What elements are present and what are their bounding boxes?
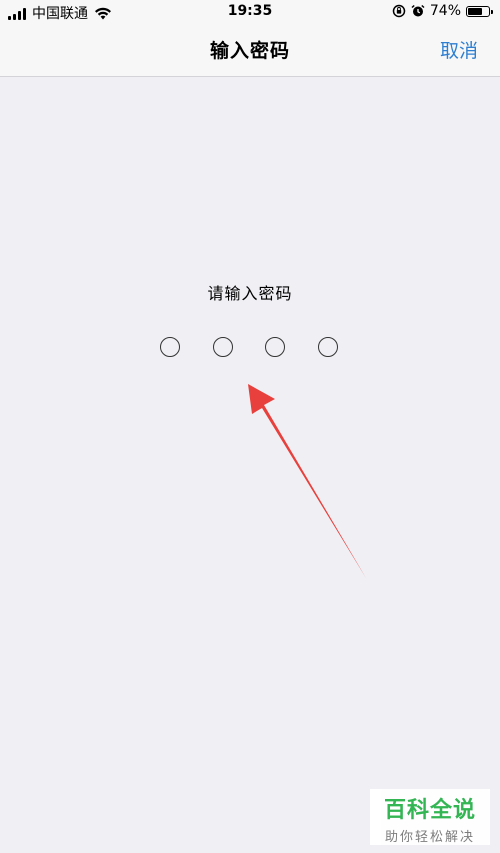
status-right: 74% [392,3,493,19]
alarm-icon [411,4,425,17]
passcode-digit-1 [160,337,180,357]
annotation-arrow [248,384,366,578]
battery-icon [466,5,493,17]
arrow-shape [248,384,366,578]
passcode-digit-4 [317,337,338,357]
battery-percent: 74% [429,3,461,19]
watermark-subtitle: 助你轻松解决 [384,830,475,845]
page-title: 输入密码 [209,40,290,62]
cancel-button[interactable]: 取消 [440,36,478,63]
passcode-digit-3 [265,337,285,357]
battery-level [468,7,483,15]
passcode-digit-2 [212,337,233,357]
rotation-lock-icon [392,4,406,18]
watermark-title: 百科全说 [383,798,476,823]
passcode-dots[interactable] [160,337,344,361]
watermark: 百科全说 助你轻松解决 [370,789,490,845]
navigation-bar: 输入密码 取消 [0,24,500,77]
status-bar: 中国联通 19:35 74% [0,0,500,24]
passcode-prompt: 请输入密码 [207,284,293,303]
